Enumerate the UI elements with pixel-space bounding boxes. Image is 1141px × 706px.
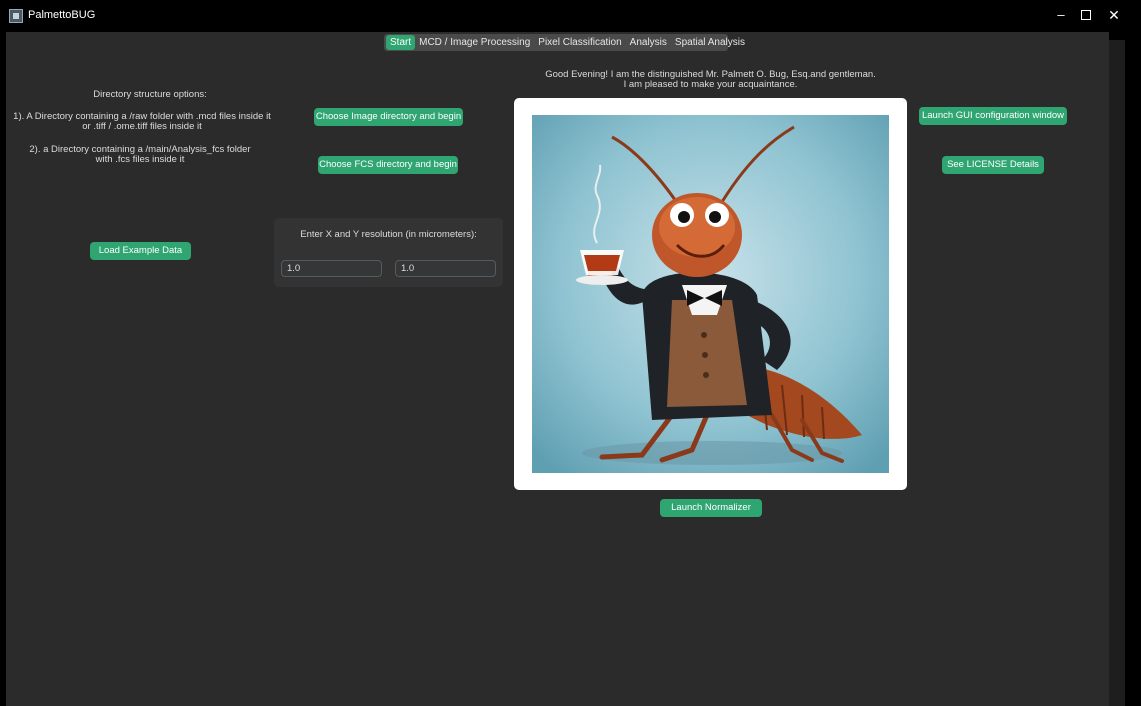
app-window: PalmettoBUG – ✕ Start MCD / Image Proces… <box>0 0 1141 706</box>
tab-spatial-analysis[interactable]: Spatial Analysis <box>671 35 749 50</box>
load-example-data-button[interactable]: Load Example Data <box>90 242 191 260</box>
resolution-label: Enter X and Y resolution (in micrometers… <box>300 229 477 240</box>
launch-normalizer-button[interactable]: Launch Normalizer <box>660 499 762 517</box>
greeting-line-2: I am pleased to make your acquaintance. <box>623 79 798 90</box>
resolution-panel: Enter X and Y resolution (in micrometers… <box>274 218 503 287</box>
minimize-button[interactable]: – <box>1049 6 1073 24</box>
tab-analysis[interactable]: Analysis <box>626 35 671 50</box>
mascot-image <box>532 115 889 473</box>
app-logo-icon <box>9 9 23 23</box>
tab-mcd-image-processing[interactable]: MCD / Image Processing <box>415 35 534 50</box>
tab-pixel-classification[interactable]: Pixel Classification <box>534 35 625 50</box>
x-resolution-input[interactable] <box>281 260 382 277</box>
mascot-image-frame <box>514 98 907 490</box>
maximize-button[interactable] <box>1074 6 1098 24</box>
choose-fcs-directory-button[interactable]: Choose FCS directory and begin <box>318 156 458 174</box>
right-edge-strip <box>1109 40 1125 706</box>
launch-gui-config-button[interactable]: Launch GUI configuration window <box>919 107 1067 125</box>
choose-image-directory-button[interactable]: Choose Image directory and begin <box>314 108 463 126</box>
title-bar: PalmettoBUG – ✕ <box>0 0 1141 32</box>
close-button[interactable]: ✕ <box>1102 6 1126 24</box>
tab-bar: Start MCD / Image Processing Pixel Class… <box>384 34 745 51</box>
see-license-button[interactable]: See LICENSE Details <box>942 156 1044 174</box>
maximize-icon <box>1081 10 1091 20</box>
directory-option-1-line-2: or .tiff / .ome.tiff files inside it <box>82 121 202 132</box>
tab-start[interactable]: Start <box>386 35 416 50</box>
directory-options-heading: Directory structure options: <box>93 89 207 100</box>
window-title: PalmettoBUG <box>28 9 96 21</box>
directory-option-2-line-2: with .fcs files inside it <box>95 154 185 165</box>
y-resolution-input[interactable] <box>395 260 496 277</box>
